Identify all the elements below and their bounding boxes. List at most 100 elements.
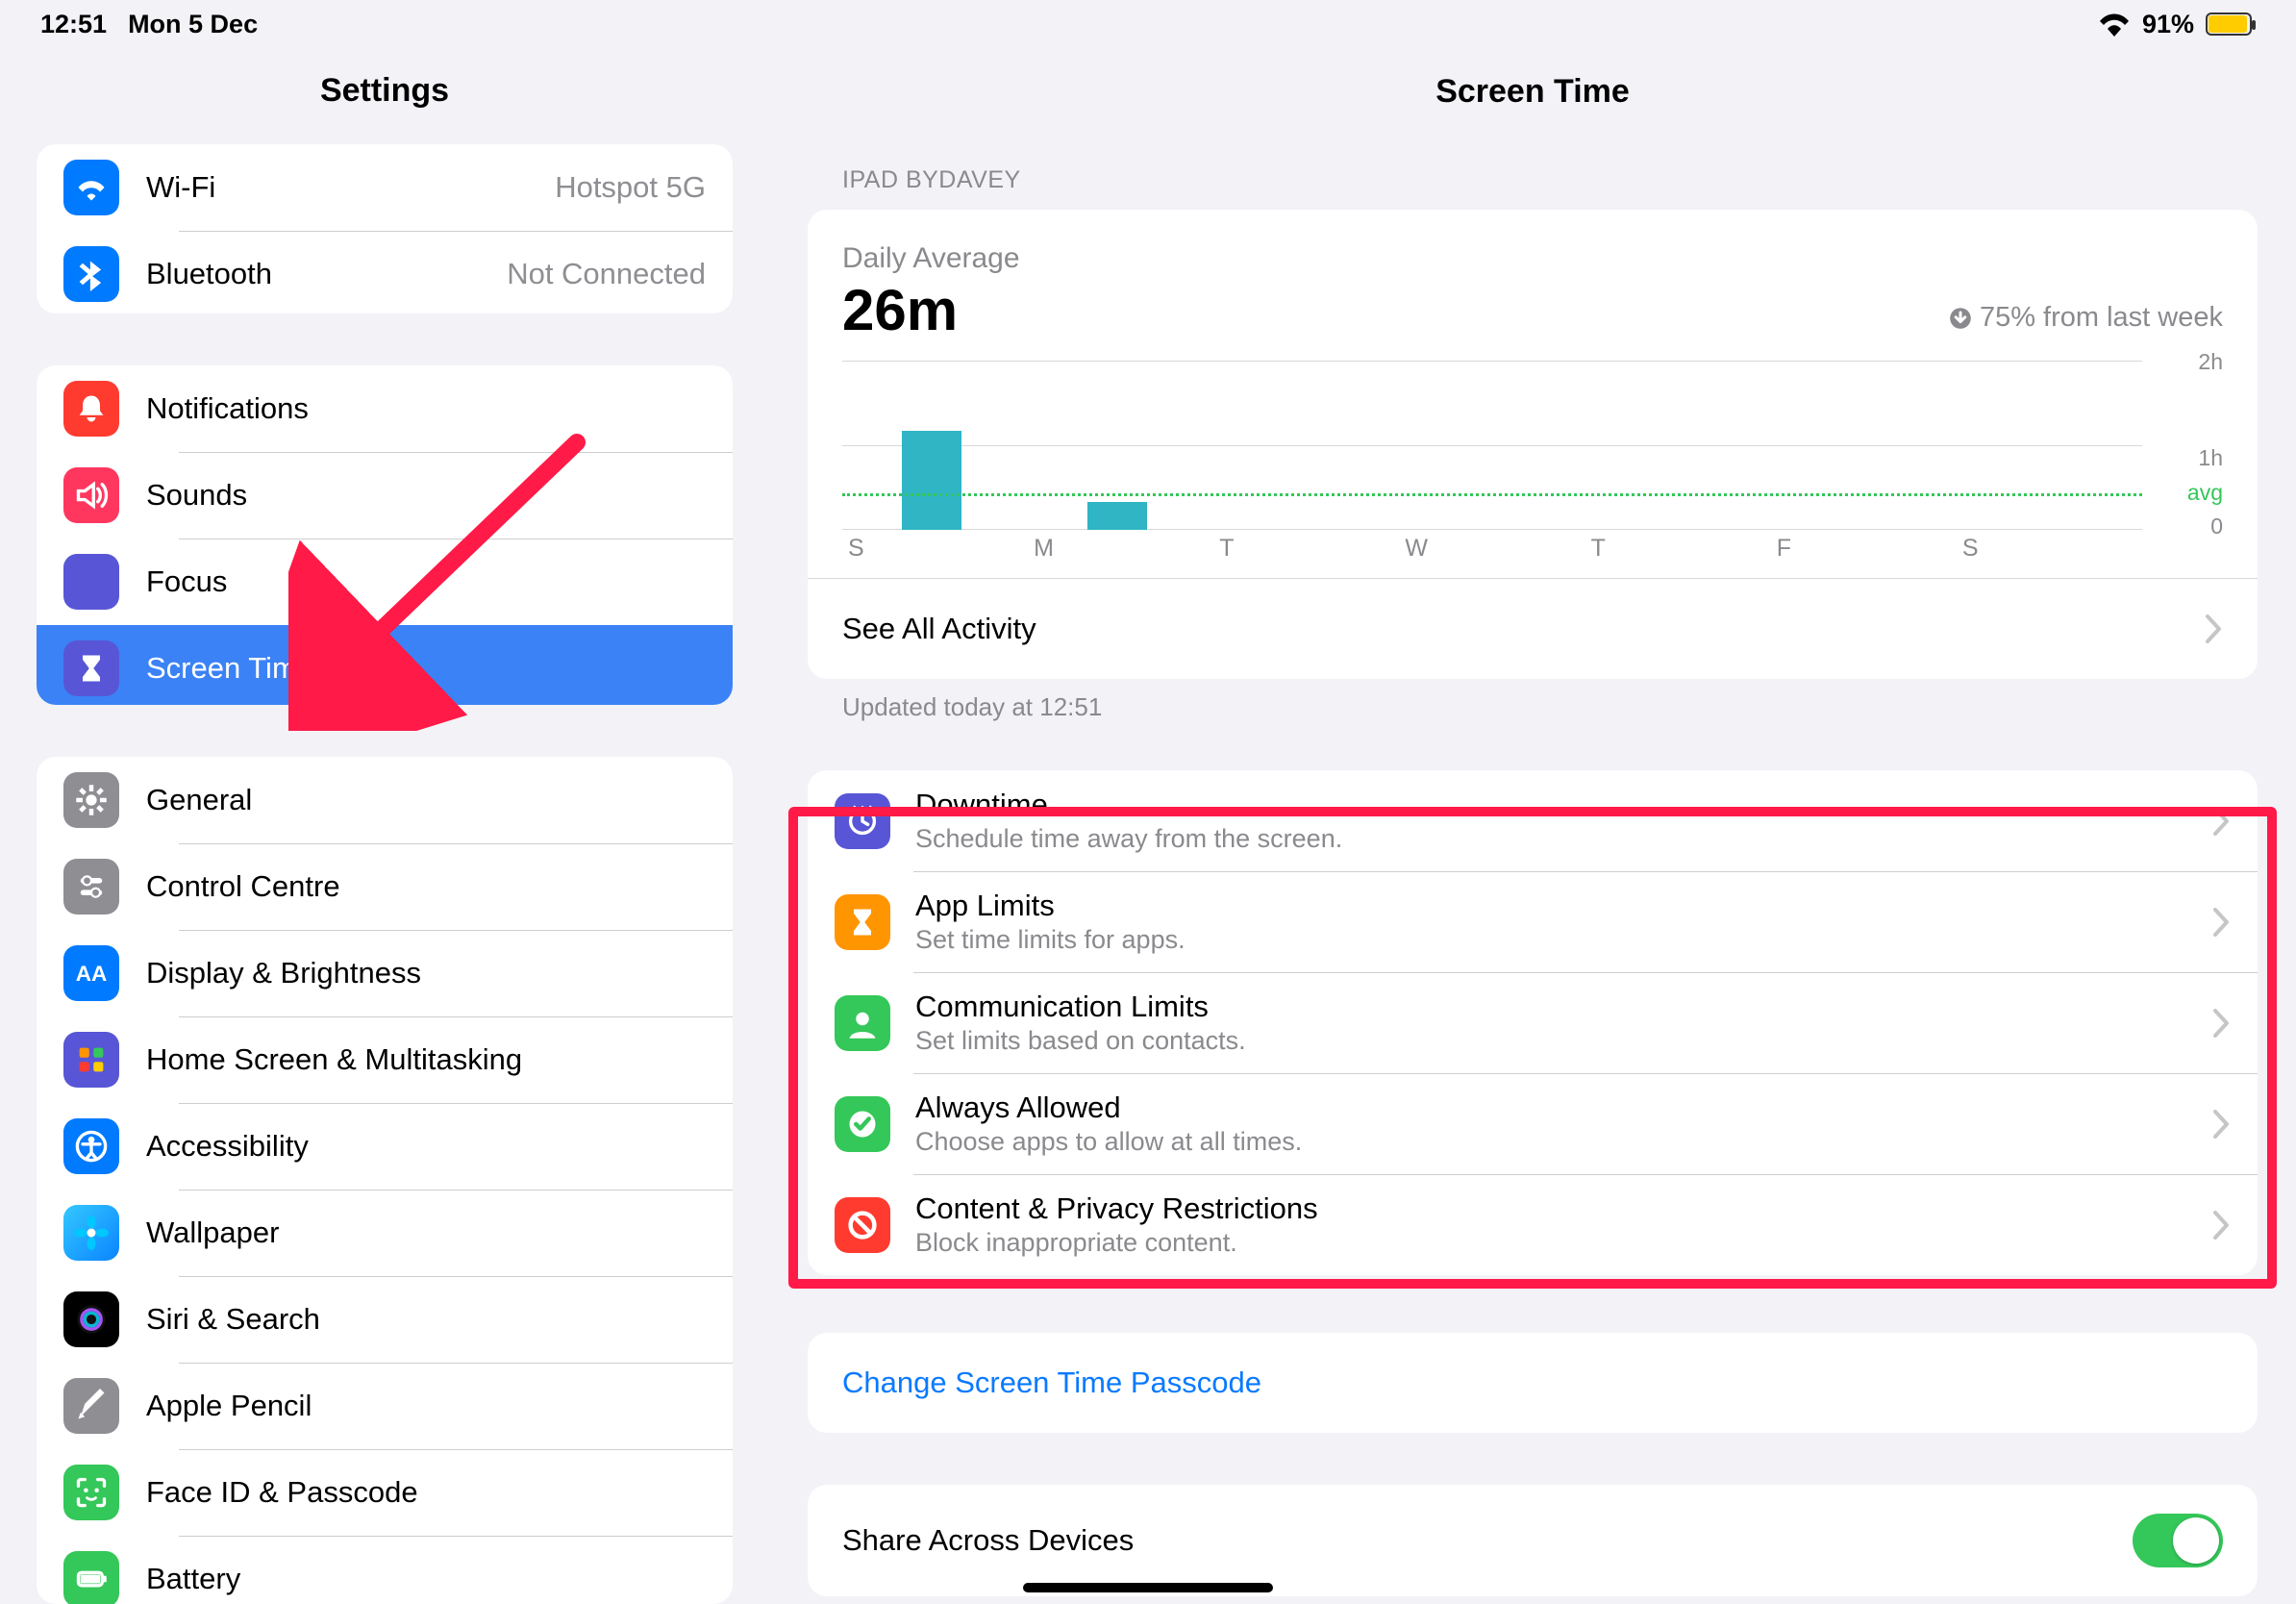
hourglass-icon (63, 640, 119, 696)
chevron-icon (2206, 614, 2223, 643)
axis-label-avg: avg (2187, 480, 2223, 506)
option-app-limits[interactable]: App LimitsSet time limits for apps. (808, 871, 2258, 972)
gear-icon (63, 772, 119, 828)
sidebar-item-focus[interactable]: Focus (37, 539, 733, 625)
nosign-icon (835, 1197, 890, 1253)
chevron-icon (2213, 1110, 2231, 1139)
sidebar-item-control-centre[interactable]: Control Centre (37, 843, 733, 930)
option-content-privacy-restrictions[interactable]: Content & Privacy RestrictionsBlock inap… (808, 1174, 2258, 1275)
settings-sidebar: Settings Wi-FiHotspot 5GBluetoothNot Con… (0, 0, 769, 1604)
down-arrow-icon (1949, 307, 1972, 330)
row-label: Display & Brightness (146, 956, 706, 990)
detail-title: Screen Time (769, 48, 2296, 145)
faceid-icon (63, 1465, 119, 1520)
battery-percent: 91% (2142, 10, 2194, 39)
sidebar-item-general[interactable]: General (37, 757, 733, 843)
share-toggle-switch[interactable] (2133, 1514, 2223, 1567)
speaker-icon (63, 467, 119, 523)
sidebar-item-face-id-passcode[interactable]: Face ID & Passcode (37, 1449, 733, 1536)
status-time: 12:51 (40, 10, 107, 39)
option-subtitle: Schedule time away from the screen. (915, 824, 2213, 854)
row-label: Bluetooth (146, 257, 507, 291)
clock-icon (835, 793, 890, 849)
row-label: Focus (146, 564, 706, 599)
sidebar-item-wi-fi[interactable]: Wi-FiHotspot 5G (37, 144, 733, 231)
row-label: General (146, 783, 706, 817)
bluetooth-icon (63, 246, 119, 302)
option-communication-limits[interactable]: Communication LimitsSet limits based on … (808, 972, 2258, 1073)
row-label: Sounds (146, 478, 706, 513)
updated-note: Updated today at 12:51 (808, 679, 2258, 722)
sidebar-item-sounds[interactable]: Sounds (37, 452, 733, 539)
option-subtitle: Choose apps to allow at all times. (915, 1127, 2213, 1157)
sidebar-item-screen-time[interactable]: Screen Time (37, 625, 733, 705)
day-label: W (1399, 535, 1585, 563)
see-all-activity[interactable]: See All Activity (808, 578, 2258, 679)
flower-icon (63, 1205, 119, 1261)
battery-icon (63, 1551, 119, 1604)
sidebar-item-accessibility[interactable]: Accessibility (37, 1103, 733, 1190)
daily-average-value: 26m (842, 277, 958, 343)
aa-icon (63, 945, 119, 1001)
chevron-icon (2213, 807, 2231, 836)
day-label: T (1213, 535, 1399, 563)
row-label: Notifications (146, 391, 706, 426)
status-date: Mon 5 Dec (128, 10, 258, 39)
check-icon (835, 1096, 890, 1152)
option-title: Communication Limits (915, 990, 2213, 1024)
row-label: Wi-Fi (146, 170, 555, 205)
trend-text: 75% from last week (1980, 302, 2223, 334)
option-always-allowed[interactable]: Always AllowedChoose apps to allow at al… (808, 1073, 2258, 1174)
sidebar-item-display-brightness[interactable]: Display & Brightness (37, 930, 733, 1016)
share-across-devices-label: Share Across Devices (842, 1523, 1134, 1558)
sidebar-item-notifications[interactable]: Notifications (37, 365, 733, 452)
chevron-icon (2213, 1009, 2231, 1038)
row-label: Apple Pencil (146, 1389, 706, 1423)
row-trailing: Hotspot 5G (555, 170, 706, 205)
screen-time-options: DowntimeSchedule time away from the scre… (808, 770, 2258, 1275)
wifi-icon (63, 160, 119, 215)
sidebar-group-notifications: Notifications Sounds Focus Screen Time (37, 365, 733, 705)
option-title: Always Allowed (915, 1090, 2213, 1125)
see-all-label: See All Activity (842, 612, 1036, 646)
sidebar-item-bluetooth[interactable]: BluetoothNot Connected (37, 231, 733, 313)
sidebar-item-battery[interactable]: Battery (37, 1536, 733, 1604)
day-label: T (1585, 535, 1771, 563)
usage-chart[interactable]: 2h 1h avg 0 SMTWTFS (842, 361, 2223, 563)
option-downtime[interactable]: DowntimeSchedule time away from the scre… (808, 770, 2258, 871)
option-subtitle: Set limits based on contacts. (915, 1026, 2213, 1056)
option-subtitle: Set time limits for apps. (915, 925, 2213, 955)
daily-average-label: Daily Average (842, 242, 2223, 275)
chevron-icon (2213, 1211, 2231, 1240)
sidebar-group-general: General Control Centre Display & Brightnes… (37, 757, 733, 1604)
chart-bar-s (902, 431, 961, 530)
sidebar-title: Settings (0, 47, 769, 144)
row-label: Wallpaper (146, 1216, 706, 1250)
person-icon (63, 1118, 119, 1174)
chevron-icon (2213, 908, 2231, 937)
status-bar: 12:51 Mon 5 Dec 91% (0, 0, 2296, 48)
wifi-status-icon (2098, 12, 2131, 37)
share-across-devices-row[interactable]: Share Across Devices (808, 1485, 2258, 1596)
row-label: Screen Time (146, 651, 706, 686)
day-label: S (1957, 535, 2142, 563)
sidebar-item-siri-search[interactable]: Siri & Search (37, 1276, 733, 1363)
sidebar-group-network: Wi-FiHotspot 5GBluetoothNot Connected (37, 144, 733, 313)
sidebar-item-home-screen-multitasking[interactable]: Home Screen & Multitasking (37, 1016, 733, 1103)
row-label: Control Centre (146, 869, 706, 904)
day-label: F (1771, 535, 1957, 563)
chart-bar-m (1087, 502, 1147, 530)
contact-icon (835, 995, 890, 1051)
home-indicator[interactable] (1023, 1583, 1273, 1592)
sliders-icon (63, 859, 119, 915)
axis-label-zero: 0 (2210, 514, 2223, 539)
axis-label-mid: 1h (2198, 445, 2223, 471)
hourglass-icon (835, 894, 890, 950)
sidebar-item-apple-pencil[interactable]: Apple Pencil (37, 1363, 733, 1449)
usage-card: Daily Average 26m 75% from last week 2h (808, 210, 2258, 679)
bell-icon (63, 381, 119, 437)
battery-icon (2206, 13, 2252, 36)
sidebar-item-wallpaper[interactable]: Wallpaper (37, 1190, 733, 1276)
option-subtitle: Block inappropriate content. (915, 1228, 2213, 1258)
change-passcode-button[interactable]: Change Screen Time Passcode (808, 1333, 2258, 1433)
